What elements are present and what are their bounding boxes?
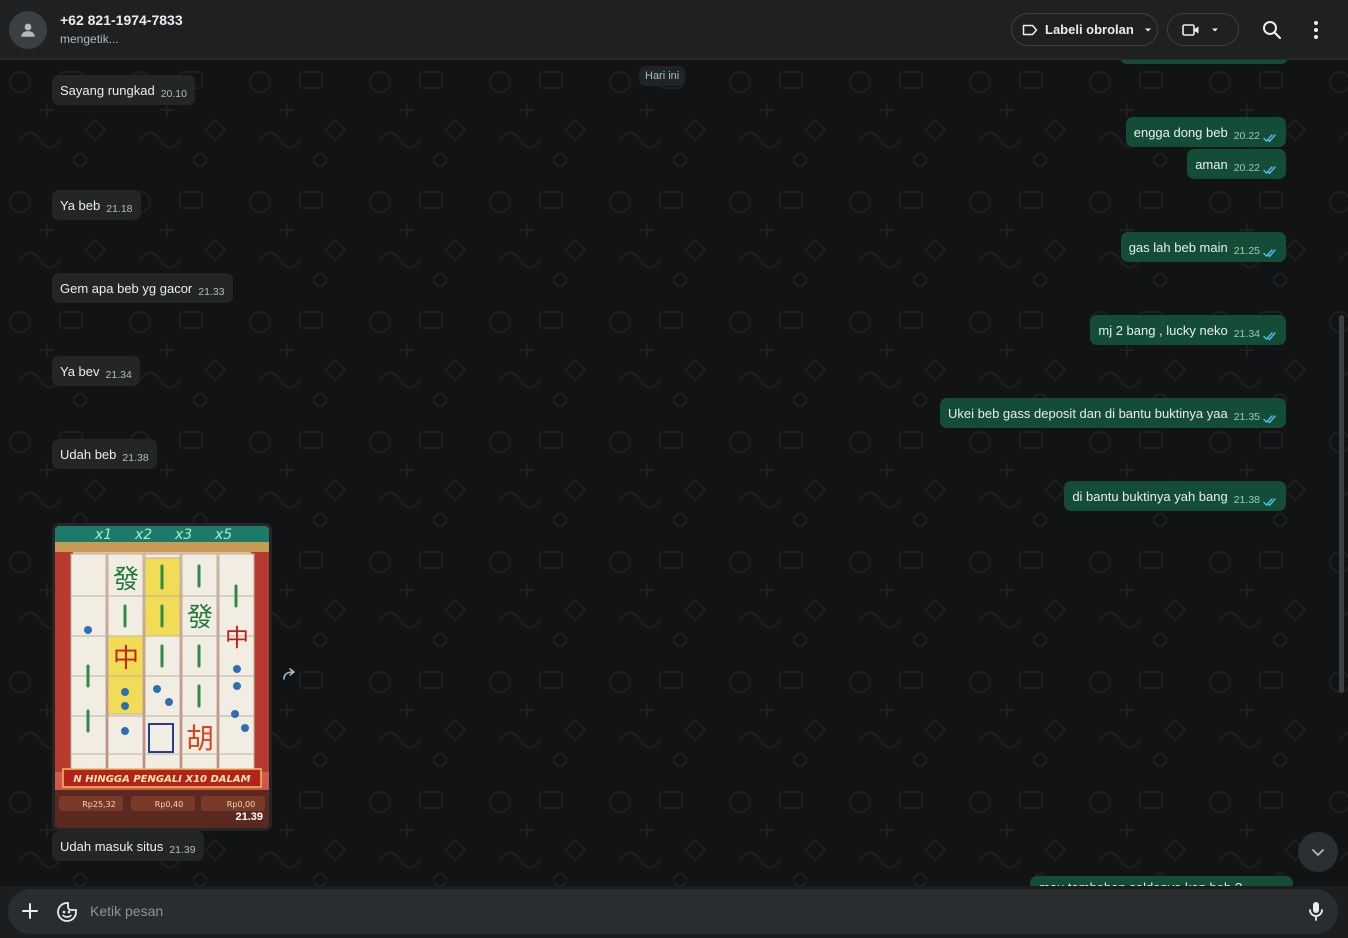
message-bubble-outgoing[interactable]: mj 2 bang , lucky neko 21.34: [1090, 315, 1286, 345]
message-time: 21.33: [198, 286, 225, 298]
double-check-icon: [1263, 415, 1276, 424]
message-time: 21.34: [1233, 328, 1260, 340]
message-time: 21.39: [169, 844, 196, 856]
message-bubble-outgoing-partial[interactable]: mau tambahan saldonya kan beb ?: [1030, 876, 1293, 886]
video-camera-icon: [1182, 23, 1199, 36]
message-text: Gem apa beb yg gacor: [60, 281, 193, 296]
search-icon: [1263, 21, 1282, 40]
sticker-icon[interactable]: [56, 901, 78, 923]
contact-name[interactable]: +62 821-1974-7833: [60, 12, 183, 28]
message-text: Udah masuk situs: [60, 839, 164, 854]
message-text: gas lah beb main: [1128, 240, 1228, 255]
message-time: 20.10: [160, 88, 187, 100]
plus-icon[interactable]: [20, 901, 40, 921]
message-time: 21.35: [1233, 411, 1260, 423]
message-bubble-outgoing[interactable]: di bantu buktinya yah bang 21.38: [1064, 481, 1286, 511]
message-time: 21.34: [105, 369, 132, 381]
message-text: Udah beb: [60, 447, 117, 462]
message-time: 21.38: [122, 452, 149, 464]
message-text: aman: [1195, 157, 1228, 172]
more-vertical-icon: [1314, 21, 1318, 39]
video-call-button[interactable]: [1167, 13, 1239, 46]
message-text: Ukei beb gass deposit dan di bantu bukti…: [948, 406, 1228, 421]
image-caption[interactable]: Udah masuk situs 21.39: [52, 831, 204, 861]
message-time: 21.38: [1233, 494, 1260, 506]
game-balance-label: Rp0,40: [155, 800, 183, 809]
game-multiplier-label: x3: [174, 527, 192, 543]
svg-text:發: 發: [113, 565, 139, 595]
game-multiplier-label: x1: [94, 527, 112, 543]
message-text: di bantu buktinya yah bang: [1072, 489, 1228, 504]
game-screenshot-graphic: 發 發 中 中 胡 N HINGGA PENGALI X10 DALAM Rp2…: [55, 526, 269, 828]
message-bubble-outgoing[interactable]: gas lah beb main 21.25: [1120, 232, 1286, 262]
double-check-icon: [1263, 166, 1276, 175]
svg-text:中: 中: [113, 644, 139, 674]
svg-text:中: 中: [225, 624, 249, 652]
game-multiplier-label: x5: [214, 527, 232, 543]
message-bubble-incoming[interactable]: Gem apa beb yg gacor 21.33: [52, 273, 233, 303]
chat-header: +62 821-1974-7833 mengetik... Labeli obr…: [0, 0, 1348, 60]
svg-text:發: 發: [187, 603, 213, 633]
person-icon: [21, 23, 35, 37]
message-bubble-outgoing[interactable]: engga dong beb 20.22: [1125, 117, 1286, 147]
message-time: 21.18: [106, 203, 133, 215]
date-divider: Hari ini: [639, 66, 686, 86]
chevron-down-icon: [1212, 28, 1218, 31]
message-bubble-incoming[interactable]: Ya beb 21.18: [52, 190, 141, 220]
game-screenshot-image[interactable]: 發 發 中 中 胡 N HINGGA PENGALI X10 DALAM Rp2…: [55, 526, 269, 828]
game-banner-text: N HINGGA PENGALI X10 DALAM: [73, 774, 250, 785]
message-text: mj 2 bang , lucky neko: [1098, 323, 1228, 338]
message-text: Sayang rungkad: [60, 83, 155, 98]
microphone-icon[interactable]: [1305, 900, 1327, 922]
message-text: Ya bev: [60, 364, 100, 379]
message-bubble-outgoing[interactable]: aman 20.22: [1187, 149, 1286, 179]
search-button[interactable]: [1260, 18, 1284, 42]
label-icon: [1022, 24, 1038, 35]
message-bubble-incoming[interactable]: Sayang rungkad 20.10: [52, 75, 195, 105]
double-check-icon: [1263, 498, 1276, 507]
message-bubble-incoming[interactable]: Ya bev 21.34: [52, 356, 140, 386]
compose-bar: Ketik pesan: [0, 886, 1348, 938]
label-chat-button[interactable]: Labeli obrolan: [1011, 13, 1158, 46]
image-time: 21.39: [235, 811, 263, 823]
message-input-container[interactable]: Ketik pesan: [8, 889, 1338, 934]
label-chat-text: Labeli obrolan: [1045, 22, 1134, 37]
double-check-icon: [1263, 134, 1276, 143]
contact-status: mengetik...: [60, 32, 119, 46]
chevron-down-icon: [1312, 849, 1324, 857]
chat-scrollbar[interactable]: [1339, 315, 1344, 693]
menu-button[interactable]: [1304, 18, 1328, 42]
contact-avatar[interactable]: [9, 11, 47, 49]
double-check-icon: [1263, 249, 1276, 258]
scroll-to-bottom-button[interactable]: [1298, 832, 1338, 872]
svg-text:胡: 胡: [186, 722, 214, 755]
image-message[interactable]: 發 發 中 中 胡 N HINGGA PENGALI X10 DALAM Rp2…: [52, 523, 272, 831]
message-bubble-outgoing-partial: [1120, 60, 1288, 64]
message-time: 20.22: [1233, 162, 1260, 174]
forward-icon: [283, 668, 295, 680]
game-balance-label: Rp25,32: [82, 800, 116, 809]
double-check-icon: [1263, 332, 1276, 341]
message-time: 20.22: [1233, 130, 1260, 142]
message-time: 21.25: [1233, 245, 1260, 257]
game-multiplier-label: x2: [134, 527, 152, 543]
message-bubble-outgoing[interactable]: Ukei beb gass deposit dan di bantu bukti…: [940, 398, 1286, 428]
chevron-down-icon: [1144, 28, 1151, 31]
message-text: Ya beb: [60, 198, 101, 213]
message-bubble-incoming[interactable]: Udah beb 21.38: [52, 439, 157, 469]
chat-area[interactable]: Hari ini Sayang rungkad 20.10 Ya beb 21.…: [0, 60, 1348, 886]
game-balance-label: Rp0,00: [227, 800, 255, 809]
message-input[interactable]: Ketik pesan: [90, 903, 163, 919]
forward-button[interactable]: [280, 665, 300, 685]
message-text: engga dong beb: [1133, 125, 1228, 140]
